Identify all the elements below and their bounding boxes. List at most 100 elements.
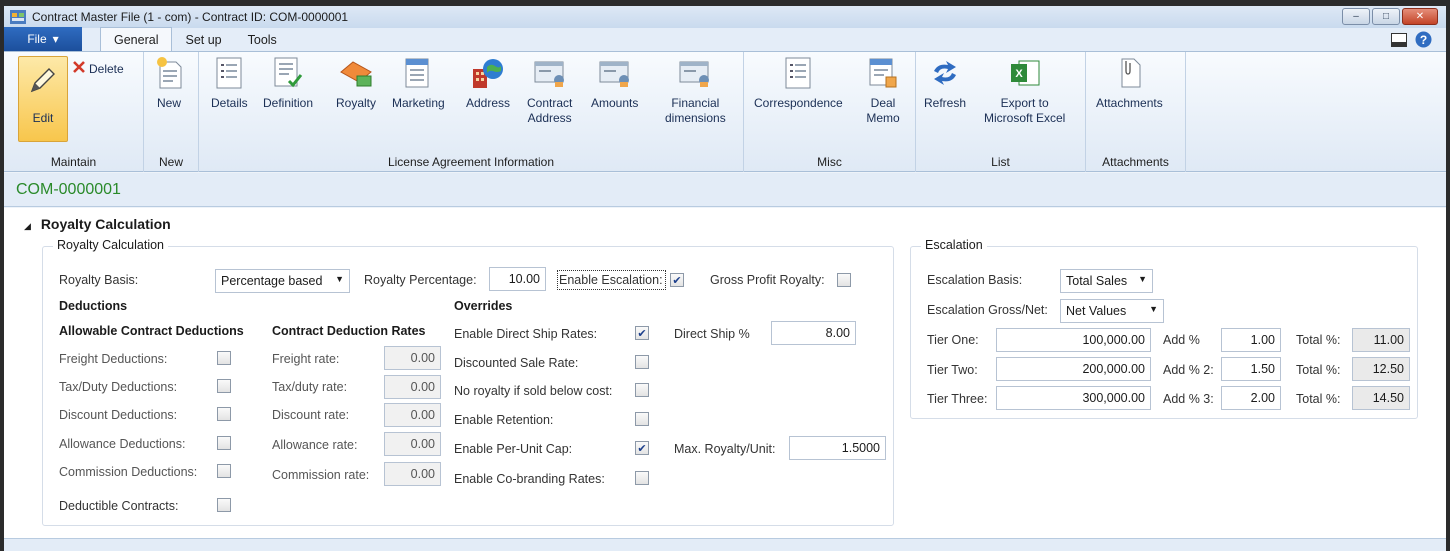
contract-address-label-2: Address xyxy=(527,111,572,125)
maximize-button[interactable]: □ xyxy=(1372,8,1400,25)
allowance-deductions-checkbox[interactable] xyxy=(217,436,231,450)
svg-text:?: ? xyxy=(1420,33,1427,47)
export-excel-button[interactable]: X Export to Microsoft Excel xyxy=(984,56,1065,126)
enable-escalation-checkbox[interactable]: ✔ xyxy=(670,273,684,287)
file-menu-label: File xyxy=(27,32,47,46)
details-button[interactable]: Details xyxy=(211,56,248,111)
discount-deductions-checkbox[interactable] xyxy=(217,407,231,421)
max-royalty-unit-input[interactable]: 1.5000 xyxy=(789,436,886,460)
royalty-button[interactable]: Royalty xyxy=(336,56,376,111)
tier-two-add-label: Add % 2: xyxy=(1163,363,1214,377)
details-icon xyxy=(212,56,246,90)
delete-button[interactable]: Delete xyxy=(72,60,124,77)
marketing-icon xyxy=(401,56,435,90)
svg-text:X: X xyxy=(1015,68,1023,80)
commission-rate-input[interactable]: 0.00 xyxy=(384,462,441,486)
record-header: COM-0000001 xyxy=(4,173,1446,207)
direct-ship-rates-checkbox[interactable]: ✔ xyxy=(635,326,649,340)
correspondence-button[interactable]: Correspondence xyxy=(754,56,843,111)
gross-profit-royalty-checkbox[interactable] xyxy=(837,273,851,287)
definition-icon xyxy=(271,56,305,90)
group-label-new: New xyxy=(158,155,183,169)
tier-three-add-label: Add % 3: xyxy=(1163,392,1214,406)
commission-deductions-checkbox[interactable] xyxy=(217,464,231,478)
escalation-basis-select[interactable]: Total Sales ▼ xyxy=(1060,269,1153,293)
financial-dimensions-button[interactable]: Financial dimensions xyxy=(665,56,726,126)
gross-profit-royalty-label: Gross Profit Royalty: xyxy=(710,273,825,287)
royalty-percentage-input[interactable]: 10.00 xyxy=(489,267,546,291)
taxduty-rate-input[interactable]: 0.00 xyxy=(384,375,441,399)
tier-three-amount-input[interactable]: 300,000.00 xyxy=(996,386,1151,410)
enable-retention-checkbox[interactable] xyxy=(635,412,649,426)
escalation-gross-net-value: Net Values xyxy=(1066,304,1127,318)
tier-two-add-input[interactable]: 1.50 xyxy=(1221,357,1281,381)
tier-three-add-input[interactable]: 2.00 xyxy=(1221,386,1281,410)
no-royalty-below-cost-checkbox[interactable] xyxy=(635,383,649,397)
ribbon-group-new: New New xyxy=(144,52,199,172)
escalation-gross-net-select[interactable]: Net Values ▼ xyxy=(1060,299,1164,323)
status-strip xyxy=(4,538,1446,551)
deductions-title: Deductions xyxy=(59,299,128,313)
royalty-calculation-legend: Royalty Calculation xyxy=(53,238,168,252)
freight-deductions-label: Freight Deductions: xyxy=(59,352,168,366)
globe-building-icon xyxy=(471,56,505,90)
tier-two-total-value: 12.50 xyxy=(1352,357,1410,381)
commission-deductions-label: Commission Deductions: xyxy=(59,465,198,479)
discounted-sale-rate-checkbox[interactable] xyxy=(635,355,649,369)
minimize-button[interactable]: – xyxy=(1342,8,1370,25)
group-label-maintain: Maintain xyxy=(50,155,97,169)
address-button[interactable]: Address xyxy=(466,56,510,111)
tab-setup[interactable]: Set up xyxy=(172,29,234,51)
refresh-button[interactable]: Refresh xyxy=(924,56,966,111)
deductible-contracts-checkbox[interactable] xyxy=(217,498,231,512)
discount-rate-input[interactable]: 0.00 xyxy=(384,403,441,427)
tier-two-amount-input[interactable]: 200,000.00 xyxy=(996,357,1151,381)
tab-general[interactable]: General xyxy=(100,27,173,51)
amounts-button[interactable]: Amounts xyxy=(591,56,638,111)
escalation-basis-label: Escalation Basis: xyxy=(927,273,1023,287)
tier-two-label: Tier Two: xyxy=(927,363,978,377)
financial-dimensions-label-2: dimensions xyxy=(665,111,726,125)
new-button[interactable]: New xyxy=(152,56,186,111)
direct-ship-rates-label: Enable Direct Ship Rates: xyxy=(454,327,598,341)
tier-one-total-label: Total %: xyxy=(1296,333,1341,347)
marketing-button[interactable]: Marketing xyxy=(392,56,445,111)
freight-rate-input[interactable]: 0.00 xyxy=(384,346,441,370)
app-icon xyxy=(10,10,26,24)
panel-toggle-icon[interactable] xyxy=(1391,32,1407,50)
deal-memo-button[interactable]: Deal Memo xyxy=(866,56,900,126)
tier-one-total-value: 11.00 xyxy=(1352,328,1410,352)
allowable-deductions-title: Allowable Contract Deductions xyxy=(59,324,244,338)
definition-button[interactable]: Definition xyxy=(263,56,313,111)
tier-one-add-input[interactable]: 1.00 xyxy=(1221,328,1281,352)
per-unit-cap-checkbox[interactable]: ✔ xyxy=(635,441,649,455)
checkmark-icon: ✔ xyxy=(637,327,647,340)
section-header[interactable]: ◢ Royalty Calculation xyxy=(24,216,171,232)
taxduty-rate-label: Tax/duty rate: xyxy=(272,380,348,394)
contract-address-button[interactable]: Contract Address xyxy=(527,56,572,126)
file-menu-button[interactable]: File ▾ xyxy=(4,27,82,51)
excel-icon: X xyxy=(1008,56,1042,90)
tier-one-amount-input[interactable]: 100,000.00 xyxy=(996,328,1151,352)
attachments-button[interactable]: Attachments xyxy=(1096,56,1163,111)
edit-button[interactable]: Edit xyxy=(18,56,68,142)
co-branding-rates-checkbox[interactable] xyxy=(635,471,649,485)
help-icon[interactable]: ? xyxy=(1415,31,1432,51)
address-label: Address xyxy=(466,96,511,110)
allowance-rate-input[interactable]: 0.00 xyxy=(384,432,441,456)
close-button[interactable]: ✕ xyxy=(1402,8,1438,25)
correspondence-label: Correspondence xyxy=(754,96,843,110)
royalty-basis-select[interactable]: Percentage based ▼ xyxy=(215,269,350,293)
new-label: New xyxy=(156,96,181,110)
direct-ship-percent-input[interactable]: 8.00 xyxy=(771,321,856,345)
enable-escalation-label: Enable Escalation: xyxy=(559,273,663,287)
tab-tools[interactable]: Tools xyxy=(235,29,290,51)
royalty-basis-value: Percentage based xyxy=(221,274,323,288)
overrides-title: Overrides xyxy=(454,299,513,313)
taxduty-deductions-checkbox[interactable] xyxy=(217,379,231,393)
attachments-label: Attachments xyxy=(1096,96,1163,110)
ribbon-group-license: Details Definition Royalty Marketing Add… xyxy=(199,52,744,172)
freight-deductions-checkbox[interactable] xyxy=(217,351,231,365)
amounts-label: Amounts xyxy=(591,96,639,110)
export-excel-label-1: Export to xyxy=(1000,96,1049,110)
